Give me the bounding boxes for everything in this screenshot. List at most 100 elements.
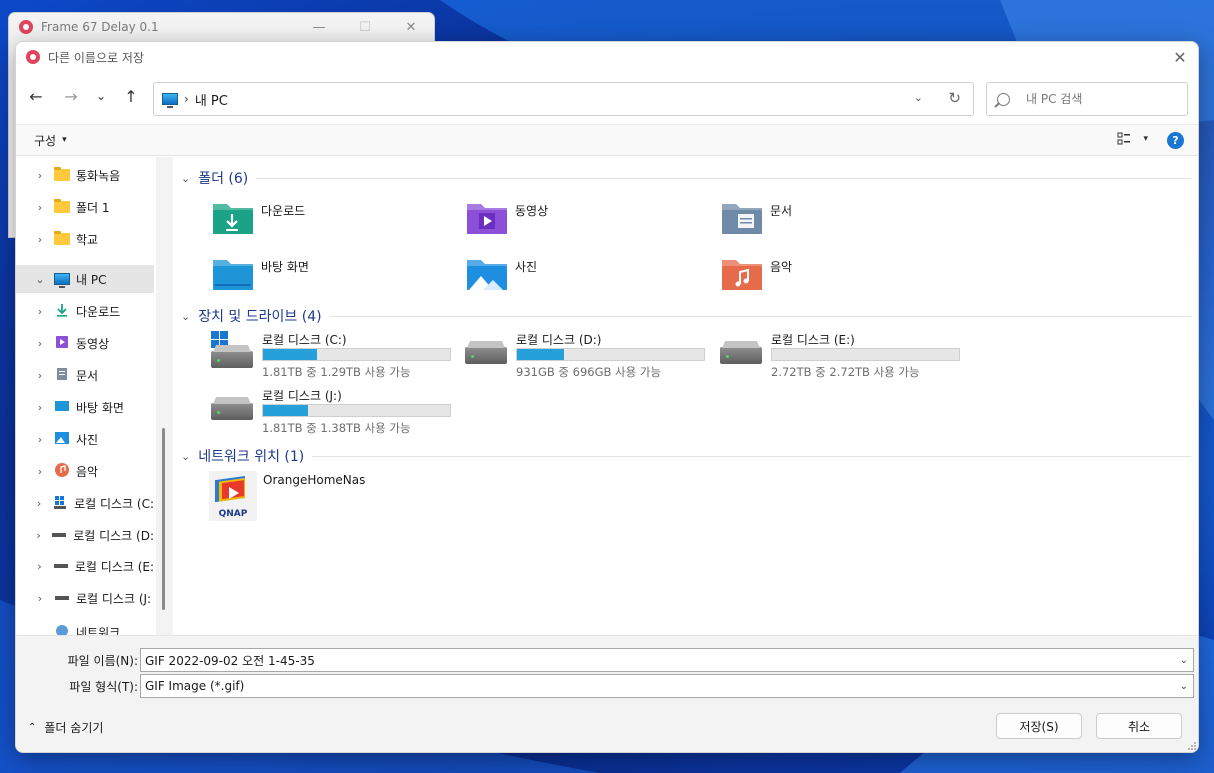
chevron-right-icon[interactable]: ›: [34, 465, 46, 478]
help-icon[interactable]: ?: [1167, 132, 1184, 149]
view-icon: [1117, 132, 1131, 145]
filename-value[interactable]: GIF 2022-09-02 오전 1-45-35: [145, 652, 315, 669]
search-box[interactable]: [986, 82, 1188, 116]
drive-tile[interactable]: 로컬 디스크 (E:) 2.72TB 중 2.72TB 사용 가능: [720, 331, 965, 379]
drive-tile[interactable]: 로컬 디스크 (J:) 1.81TB 중 1.38TB 사용 가능: [211, 387, 456, 435]
chevron-down-icon[interactable]: ⌄: [34, 273, 46, 286]
close-button[interactable]: ✕: [388, 13, 434, 41]
pc-icon: [162, 93, 178, 108]
filename-input[interactable]: GIF 2022-09-02 오전 1-45-35 ⌄: [140, 648, 1194, 672]
drive-tile[interactable]: 로컬 디스크 (C:) 1.81TB 중 1.29TB 사용 가능: [211, 331, 456, 379]
folder-tile-label: 사진: [515, 260, 538, 274]
folder-tile[interactable]: 문서: [720, 200, 792, 236]
document-icon: [54, 366, 70, 385]
sidebar-item[interactable]: › 통화녹음: [16, 161, 154, 189]
chevron-right-icon[interactable]: ›: [34, 433, 46, 446]
save-button[interactable]: 저장(S): [996, 713, 1082, 739]
resize-grip-icon[interactable]: [1187, 741, 1197, 751]
minimize-button[interactable]: —: [296, 13, 342, 41]
sidebar-item[interactable]: ⌄ 내 PC: [16, 265, 154, 293]
folder-tile[interactable]: 다운로드: [211, 200, 305, 236]
folder-icon: [54, 199, 70, 213]
folder-tile[interactable]: 바탕 화면: [211, 256, 309, 292]
picture-icon: [54, 430, 70, 449]
network-item-orangehomenas[interactable]: QNAP OrangeHomeNas: [209, 471, 365, 521]
view-options-button[interactable]: ▾: [1117, 132, 1148, 146]
drives-group-label: 장치 및 드라이브 (4): [198, 309, 322, 325]
sidebar-item[interactable]: › 사진: [16, 425, 154, 453]
sidebar-item[interactable]: › 폴더 1: [16, 193, 154, 221]
chevron-down-icon[interactable]: ⌄: [1180, 655, 1188, 666]
chevron-right-icon[interactable]: ›: [34, 560, 45, 573]
folder-tile[interactable]: 동영상: [465, 200, 548, 236]
network-group-label: 네트워크 위치 (1): [198, 449, 305, 465]
chevron-right-icon[interactable]: ›: [34, 201, 46, 214]
search-input[interactable]: [1026, 92, 1176, 106]
browser-area: › 통화녹음 › 폴더 1 › 학교 ⌄ 내 PC › 다운로드 › 동영상 › 문서 › 바탕 화면 › 사진 ›…: [16, 157, 1198, 635]
chevron-right-icon[interactable]: ›: [34, 592, 46, 605]
sidebar-item[interactable]: › 바탕 화면: [16, 393, 154, 421]
drive-free-space: 931GB 중 696GB 사용 가능: [516, 365, 662, 379]
chevron-right-icon[interactable]: ›: [34, 169, 46, 182]
sidebar-item[interactable]: › 음악: [16, 457, 154, 485]
drive-usage-fill: [263, 405, 308, 416]
sidebar-item-label: 폴더 1: [76, 200, 110, 215]
sidebar-item[interactable]: › 학교: [16, 225, 154, 253]
filetype-select[interactable]: GIF Image (*.gif) ⌄: [140, 674, 1194, 698]
chevron-right-icon[interactable]: ›: [34, 401, 46, 414]
up-button[interactable]: ↑: [119, 84, 143, 108]
chevron-right-icon[interactable]: ›: [34, 233, 46, 246]
drive-usage-bar: [262, 348, 451, 361]
sidebar-item[interactable]: › 다운로드: [16, 297, 154, 325]
download-icon: [54, 302, 70, 321]
qnap-logo-text: QNAP: [219, 509, 248, 519]
breadcrumb-this-pc[interactable]: 내 PC: [195, 90, 228, 109]
refresh-icon[interactable]: ↻: [948, 89, 961, 107]
folder-icon: [54, 231, 70, 245]
dialog-close-button[interactable]: ✕: [1162, 42, 1198, 72]
sidebar-item-label: 로컬 디스크 (C:: [74, 496, 154, 511]
sidebar-item[interactable]: › 로컬 디스크 (E:: [16, 552, 154, 580]
command-bar: 구성 ▾ ▾ ?: [16, 124, 1198, 156]
folder-icon: [467, 204, 507, 234]
navigation-pane-scrollbar[interactable]: [156, 157, 173, 635]
forward-button[interactable]: →: [59, 84, 83, 108]
drive-tile[interactable]: 로컬 디스크 (D:) 931GB 중 696GB 사용 가능: [465, 331, 710, 379]
chevron-right-icon[interactable]: ›: [34, 337, 46, 350]
drive-free-space: 1.81TB 중 1.29TB 사용 가능: [262, 365, 411, 379]
folder-tile[interactable]: 사진: [465, 256, 537, 292]
sidebar-item[interactable]: › 로컬 디스크 (J:: [16, 584, 154, 612]
sidebar-item[interactable]: ›네트워크: [16, 618, 154, 635]
organize-button[interactable]: 구성 ▾: [34, 132, 67, 149]
desktop-icon: [54, 398, 70, 417]
address-dropdown-icon[interactable]: ⌄: [914, 91, 923, 104]
address-bar[interactable]: › 내 PC ⌄ ↻: [153, 82, 974, 116]
sidebar-item-label: 로컬 디스크 (J:: [76, 591, 152, 606]
sidebar-item[interactable]: › 동영상: [16, 329, 154, 357]
cancel-button[interactable]: 취소: [1096, 713, 1182, 739]
hard-drive-icon: [720, 347, 762, 364]
search-icon: [997, 92, 1010, 106]
folders-group-header[interactable]: ⌄ 폴더 (6): [181, 168, 1191, 188]
drive-icon: [53, 557, 69, 576]
folder-tile[interactable]: 음악: [720, 256, 792, 292]
hide-folders-button[interactable]: ⌃ 폴더 숨기기: [28, 719, 103, 736]
chevron-down-icon[interactable]: ⌄: [1180, 681, 1188, 692]
chevron-right-icon[interactable]: ›: [34, 497, 44, 510]
scrollbar-thumb[interactable]: [162, 428, 165, 610]
recent-locations-button[interactable]: ⌄: [89, 84, 113, 108]
network-group-header[interactable]: ⌄ 네트워크 위치 (1): [181, 446, 1191, 466]
sidebar-item[interactable]: › 로컬 디스크 (C:: [16, 489, 154, 517]
dialog-titlebar[interactable]: 다른 이름으로 저장 ✕: [16, 42, 1198, 72]
sidebar-item[interactable]: › 문서: [16, 361, 154, 389]
sidebar-item[interactable]: › 로컬 디스크 (D:: [16, 521, 154, 549]
chevron-right-icon[interactable]: ›: [34, 529, 43, 542]
folder-tile-label: 다운로드: [261, 204, 306, 218]
chevron-right-icon[interactable]: ›: [34, 369, 46, 382]
folder-tile-label: 바탕 화면: [261, 260, 309, 274]
maximize-button[interactable]: ☐: [342, 13, 388, 41]
chevron-right-icon[interactable]: ›: [34, 305, 46, 318]
drives-group-header[interactable]: ⌄ 장치 및 드라이브 (4): [181, 306, 1191, 326]
back-button[interactable]: ←: [24, 84, 48, 108]
hard-drive-icon: [465, 347, 507, 364]
